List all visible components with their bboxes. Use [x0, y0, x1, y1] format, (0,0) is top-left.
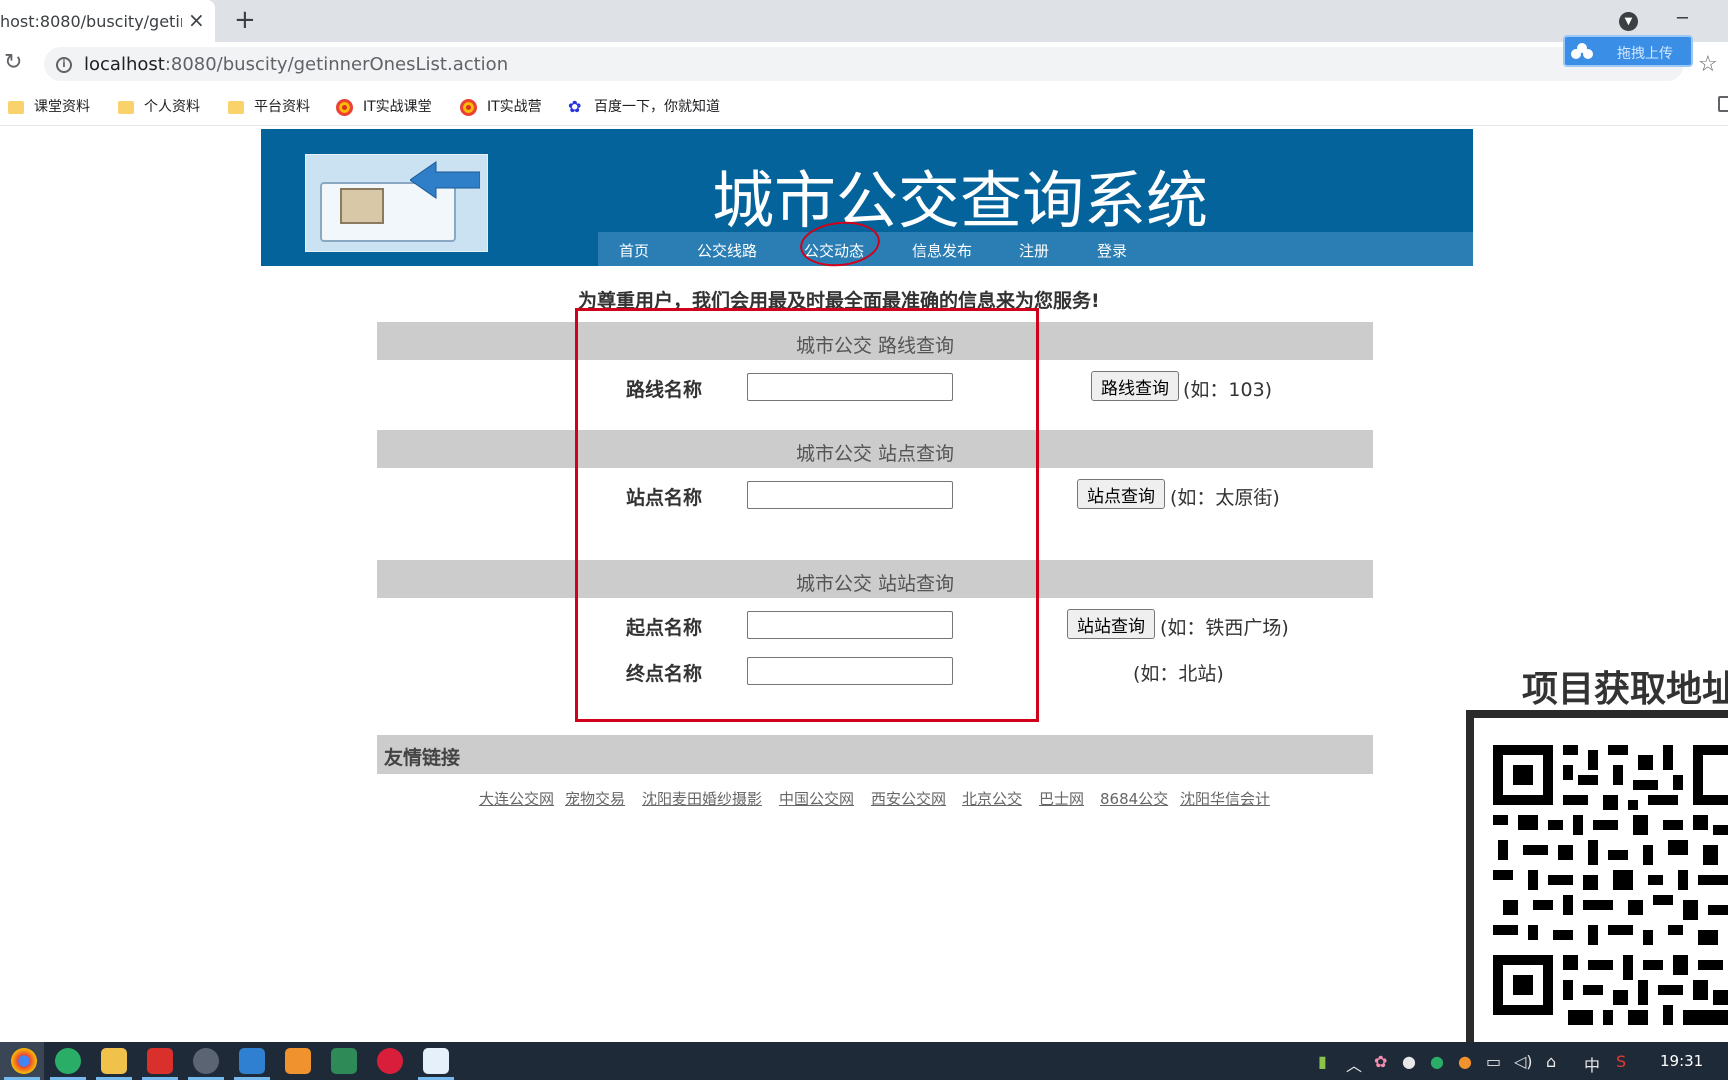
- qr-code-icon: [1493, 745, 1728, 1025]
- nav-register[interactable]: 注册: [1019, 240, 1049, 261]
- chrome-icon: [336, 98, 353, 116]
- end-hint: (如：北站): [1133, 663, 1224, 685]
- wechat-tray-icon[interactable]: ●: [1430, 1052, 1444, 1071]
- reading-list-icon[interactable]: [1718, 96, 1728, 112]
- bookmark-item[interactable]: 课堂资料: [8, 96, 90, 116]
- upload-label: 拖拽上传: [1617, 46, 1673, 62]
- arrow-left-icon: [410, 161, 480, 199]
- file-explorer-taskbar-icon[interactable]: [101, 1048, 127, 1074]
- friend-link[interactable]: 大连公交网: [479, 788, 554, 809]
- qr-caption: 项目获取地址: [1522, 669, 1728, 710]
- bookmark-item[interactable]: IT实战营: [460, 96, 542, 116]
- new-tab-button[interactable]: +: [234, 7, 256, 33]
- friend-link[interactable]: 宠物交易: [565, 788, 625, 809]
- window-minimize-button[interactable]: ─: [1677, 8, 1688, 29]
- wechat-taskbar-icon[interactable]: [55, 1048, 81, 1074]
- friend-link[interactable]: 8684公交: [1100, 788, 1168, 809]
- app-tray-icon[interactable]: ●: [1458, 1052, 1472, 1071]
- wps-taskbar-icon[interactable]: [147, 1048, 173, 1074]
- friend-link[interactable]: 巴士网: [1039, 788, 1084, 809]
- tab-title: host:8080/buscity/getinn: [0, 12, 182, 31]
- show-hidden-icons-icon[interactable]: ︿: [1346, 1052, 1362, 1076]
- browser-tab[interactable]: host:8080/buscity/getinn ×: [0, 0, 215, 42]
- bookmark-item[interactable]: 个人资料: [118, 96, 200, 116]
- settings-taskbar-icon[interactable]: [193, 1048, 219, 1074]
- bookmark-label: 课堂资料: [34, 99, 90, 115]
- bookmark-item[interactable]: IT实战课堂: [336, 96, 432, 116]
- nav-info-publish[interactable]: 信息发布: [912, 240, 972, 261]
- bookmark-label: IT实战营: [487, 99, 542, 115]
- drag-upload-button[interactable]: 拖拽上传: [1563, 35, 1693, 67]
- route-query-button[interactable]: 路线查询: [1091, 371, 1179, 401]
- start-hint: (如：铁西广场): [1160, 617, 1289, 639]
- stop-query-button[interactable]: 站点查询: [1077, 479, 1165, 509]
- bookmark-item[interactable]: 平台资料: [228, 96, 310, 116]
- ime-indicator[interactable]: 中: [1584, 1052, 1600, 1076]
- nav-home[interactable]: 首页: [619, 240, 649, 261]
- stop-hint: (如：太原街): [1170, 487, 1280, 509]
- sogou-ime-icon[interactable]: S: [1616, 1052, 1626, 1071]
- friend-link[interactable]: 北京公交: [962, 788, 1022, 809]
- nav-login[interactable]: 登录: [1097, 240, 1127, 261]
- folder-icon: [118, 100, 134, 114]
- tab-close-icon[interactable]: ×: [188, 9, 205, 31]
- bookmark-item[interactable]: ✿ 百度一下，你就知道: [568, 96, 720, 116]
- reload-icon[interactable]: ↻: [4, 50, 22, 75]
- bookmark-label: 平台资料: [254, 99, 310, 115]
- site-title: 城市公交查询系统: [711, 164, 1208, 237]
- app-taskbar-icon[interactable]: [285, 1048, 311, 1074]
- baidu-netdisk-taskbar-icon[interactable]: [423, 1048, 449, 1074]
- taskbar-clock[interactable]: 19:31: [1660, 1052, 1703, 1070]
- network-icon[interactable]: ⌂: [1546, 1052, 1556, 1071]
- transfer-query-button[interactable]: 站站查询: [1067, 609, 1155, 639]
- profile-download-icon[interactable]: ▼: [1619, 12, 1638, 31]
- bookmark-label: IT实战课堂: [363, 99, 432, 115]
- bookmark-label: 百度一下，你就知道: [594, 99, 720, 115]
- app-taskbar-icon[interactable]: [331, 1048, 357, 1074]
- friend-links-header: [377, 735, 1373, 774]
- browser-tab-strip: [0, 0, 1728, 42]
- url-host: localhost: [84, 54, 165, 75]
- battery-icon[interactable]: ▭: [1486, 1052, 1501, 1071]
- app-tray-icon[interactable]: ✿: [1374, 1052, 1387, 1071]
- friend-link[interactable]: 西安公交网: [871, 788, 946, 809]
- microphone-tray-icon[interactable]: ●: [1402, 1052, 1416, 1071]
- friend-links-title: 友情链接: [384, 747, 461, 769]
- nav-bus-lines[interactable]: 公交线路: [697, 240, 757, 261]
- portrait-icon: [340, 188, 384, 224]
- url-text[interactable]: localhost:8080/buscity/getinnerOnesList.…: [84, 54, 508, 75]
- friend-link[interactable]: 沈阳华信会计: [1180, 788, 1270, 809]
- friend-link[interactable]: 沈阳麦田婚纱摄影: [642, 788, 762, 809]
- baidu-paw-icon: ✿: [568, 97, 582, 116]
- folder-icon: [8, 100, 24, 114]
- cloud-icon: [1571, 43, 1593, 59]
- bookmark-star-icon[interactable]: ☆: [1698, 52, 1718, 77]
- site-info-icon[interactable]: i: [56, 57, 72, 73]
- volume-icon[interactable]: ◁): [1514, 1052, 1533, 1071]
- battery-tray-icon[interactable]: ▮: [1318, 1052, 1327, 1071]
- bookmark-label: 个人资料: [144, 99, 200, 115]
- folder-icon: [228, 100, 244, 114]
- netease-music-taskbar-icon[interactable]: [377, 1048, 403, 1074]
- url-path: :8080/buscity/getinnerOnesList.action: [164, 54, 509, 75]
- chrome-icon: [460, 98, 477, 116]
- friend-link[interactable]: 中国公交网: [779, 788, 854, 809]
- annotation-rectangle: [575, 308, 1039, 722]
- chrome-taskbar-icon[interactable]: [11, 1048, 37, 1074]
- app-taskbar-icon[interactable]: [239, 1048, 265, 1074]
- route-hint: (如：103): [1183, 379, 1273, 401]
